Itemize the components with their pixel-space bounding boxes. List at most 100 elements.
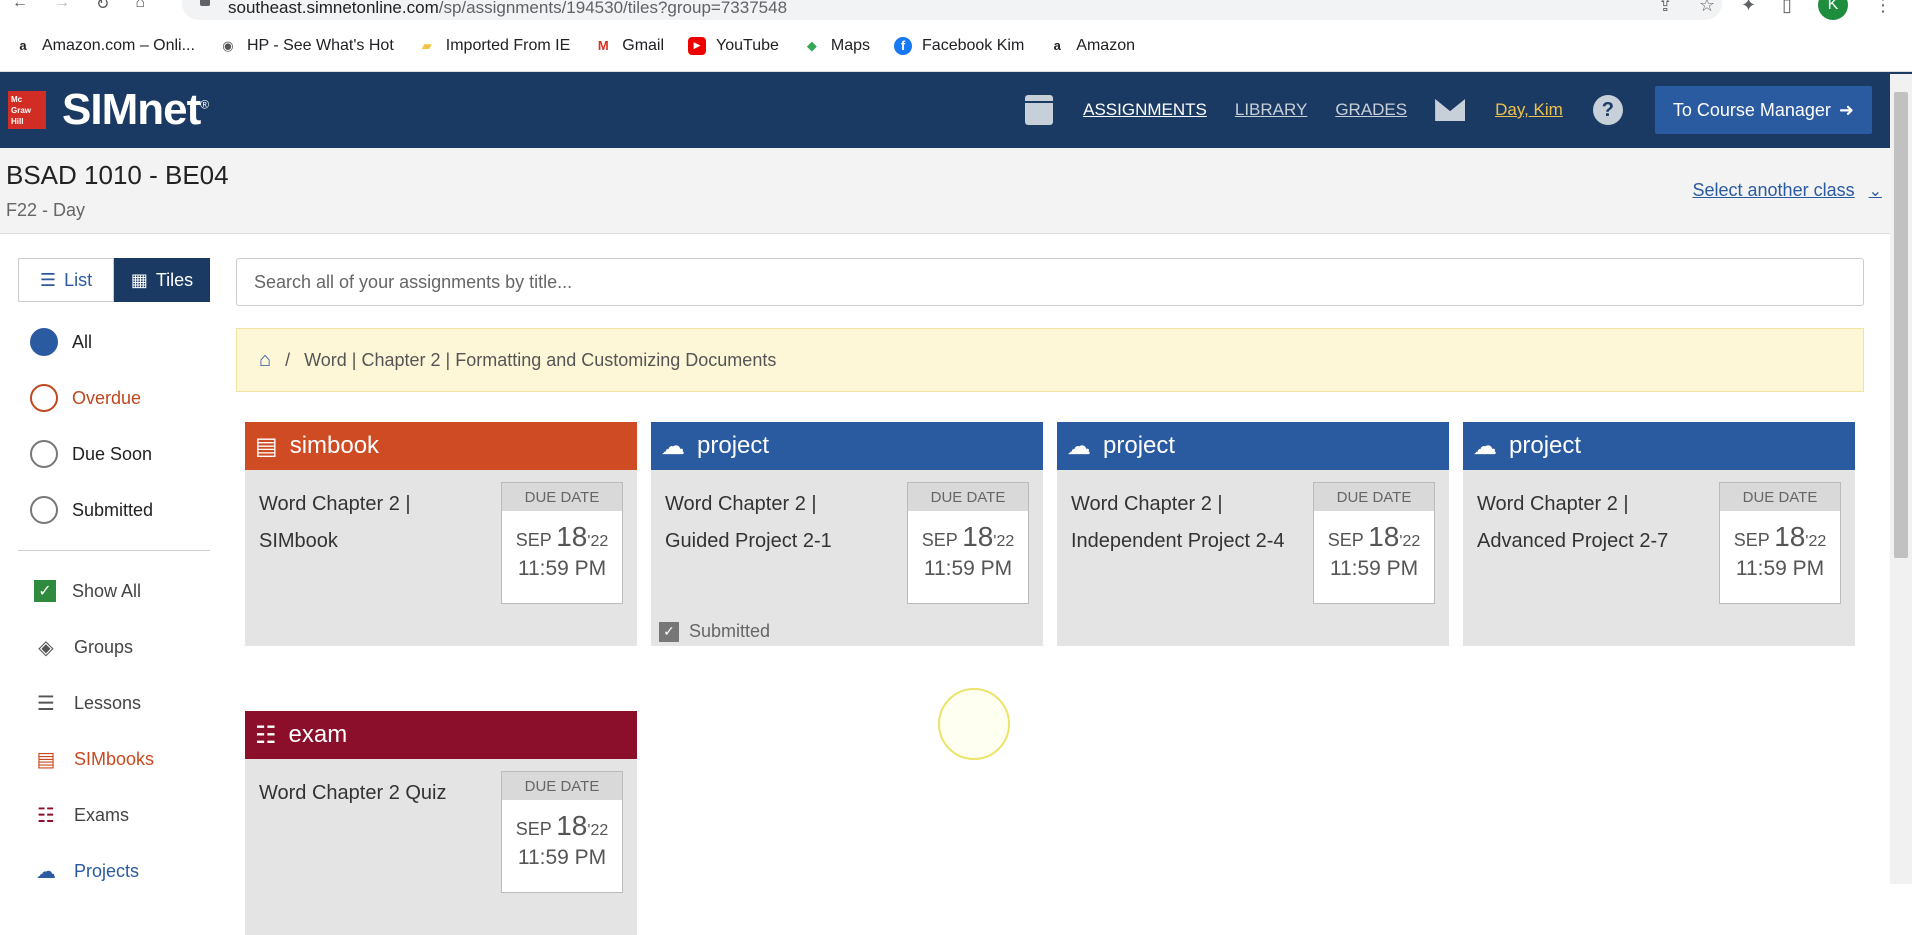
- star-icon[interactable]: ☆: [1699, 0, 1715, 16]
- help-icon[interactable]: ?: [1592, 95, 1623, 125]
- due-date: SEP 18'22: [1720, 521, 1840, 553]
- list-view-button[interactable]: ☰ List: [18, 258, 114, 302]
- tile-title[interactable]: Word Chapter 2 | SIMbook: [259, 486, 479, 560]
- browser-toolbar: ← → ↻ ⌂ southeast.simnetonline.com/sp/as…: [0, 0, 1912, 20]
- calendar-icon[interactable]: [1025, 95, 1054, 125]
- bookmark-facebook[interactable]: f Facebook Kim: [894, 36, 1024, 55]
- assignment-tile[interactable]: ☷ exam Word Chapter 2 Quiz DUE DATE SEP 1…: [245, 711, 637, 935]
- amazon-icon: a: [1053, 38, 1061, 53]
- tile-title[interactable]: Word Chapter 2 | Advanced Project 2-7: [1477, 486, 1697, 560]
- filter-submitted[interactable]: Submitted: [18, 482, 210, 538]
- sidebar-item-exams[interactable]: ☷ Exams: [18, 787, 210, 843]
- forward-icon[interactable]: →: [54, 0, 70, 14]
- filter-label: Overdue: [72, 387, 142, 408]
- tile-type: project: [1103, 432, 1176, 459]
- sidebar-item-lessons[interactable]: ☰ Lessons: [18, 675, 210, 731]
- maps-icon: ◆: [806, 37, 817, 53]
- due-date: SEP 18'22: [908, 521, 1028, 553]
- due-month: SEP: [1733, 530, 1770, 550]
- bookmarks-bar: a Amazon.com – Onli... ◉ HP - See What's H…: [0, 20, 1912, 72]
- due-year: '22: [587, 822, 609, 839]
- nav-assignments[interactable]: ASSIGNMENTS: [1083, 100, 1207, 120]
- due-date: SEP 18'22: [1314, 521, 1434, 553]
- folder-icon: ▰: [421, 37, 432, 53]
- sidebar-item-label: SIMbooks: [74, 748, 155, 769]
- user-link[interactable]: Day, Kim: [1495, 100, 1563, 120]
- nav-grades[interactable]: GRADES: [1335, 100, 1407, 120]
- course-manager-label: To Course Manager: [1672, 99, 1831, 120]
- cloud-icon: ☁: [1473, 432, 1497, 460]
- app-header: Mc Graw Hill SIMnet® ASSIGNMENTS LIBRARY…: [0, 72, 1912, 148]
- due-month: SEP: [1327, 530, 1364, 550]
- course-manager-button[interactable]: To Course Manager ➜: [1654, 86, 1872, 134]
- bookmark-label: YouTube: [716, 36, 779, 54]
- address-bar[interactable]: southeast.simnetonline.com/sp/assignment…: [182, 0, 1722, 20]
- bookmark-amazon-2[interactable]: a Amazon: [1048, 37, 1135, 55]
- menu-icon[interactable]: ⋮: [1874, 0, 1892, 16]
- facebook-icon: f: [894, 36, 913, 55]
- profile-avatar[interactable]: K: [1818, 0, 1848, 20]
- tile-title[interactable]: Word Chapter 2 | Guided Project 2-1: [665, 486, 885, 560]
- assignment-tile[interactable]: ☁ project Word Chapter 2 | Independent Pr…: [1057, 422, 1449, 646]
- select-another-class[interactable]: Select another class ⌄: [1693, 180, 1883, 201]
- sidebar-item-projects[interactable]: ☁ Projects: [18, 843, 210, 899]
- cloud-icon: ☁: [1067, 432, 1091, 460]
- book-icon: ▤: [255, 432, 278, 460]
- scroll-thumb[interactable]: [1894, 92, 1908, 558]
- breadcrumb: ⌂ / Word | Chapter 2 | Formatting and Cu…: [236, 328, 1864, 392]
- browser-actions: ⇪ ☆ ✦ ▯ K ⋮: [1658, 0, 1892, 20]
- back-icon[interactable]: ←: [12, 0, 28, 14]
- tile-title[interactable]: Word Chapter 2 | Independent Project 2-4: [1071, 486, 1291, 560]
- filter-all[interactable]: All: [18, 314, 210, 370]
- due-time: 11:59 PM: [517, 557, 607, 580]
- divider: [18, 550, 210, 551]
- radio-icon: [30, 440, 58, 468]
- home-icon[interactable]: ⌂: [135, 0, 145, 14]
- show-all-checkbox[interactable]: ✓ Show All: [18, 563, 210, 619]
- assignment-tile[interactable]: ☁ project Word Chapter 2 | Advanced Proje…: [1463, 422, 1855, 646]
- breadcrumb-separator: /: [285, 349, 291, 370]
- search-input[interactable]: Search all of your assignments by title.…: [236, 258, 1864, 306]
- nav-library[interactable]: LIBRARY: [1235, 100, 1307, 120]
- exit-icon: ➜: [1838, 99, 1854, 120]
- sidebar-item-groups[interactable]: ◈ Groups: [18, 619, 210, 675]
- due-year: '22: [1805, 533, 1827, 550]
- due-day: 18: [962, 521, 994, 552]
- bookmark-imported[interactable]: ▰ Imported From IE: [418, 37, 570, 55]
- checklist-icon: ☷: [37, 804, 55, 827]
- reload-icon[interactable]: ↻: [96, 0, 109, 14]
- breadcrumb-current: Word | Chapter 2 | Formatting and Custom…: [304, 349, 777, 370]
- bookmark-amazon[interactable]: a Amazon.com – Onli...: [14, 37, 195, 55]
- bookmark-gmail[interactable]: M Gmail: [594, 37, 664, 55]
- chevron-down-icon: ⌄: [1868, 182, 1882, 200]
- tile-title[interactable]: Word Chapter 2 Quiz: [259, 775, 479, 812]
- mail-icon[interactable]: [1435, 99, 1466, 121]
- url-path: /sp/assignments/194530/tiles?group=73375…: [438, 0, 788, 17]
- simnet-logo[interactable]: SIMnet®: [62, 85, 209, 135]
- filter-due-soon[interactable]: Due Soon: [18, 426, 210, 482]
- scrollbar[interactable]: [1890, 74, 1912, 884]
- share-icon[interactable]: ⇪: [1658, 0, 1673, 16]
- header-nav: ASSIGNMENTS LIBRARY GRADES Day, Kim ? To…: [1025, 86, 1872, 134]
- bookmark-hp[interactable]: ◉ HP - See What's Hot: [219, 37, 393, 55]
- browser-nav: ← → ↻ ⌂: [12, 0, 145, 14]
- checkbox-checked-icon: ✓: [659, 621, 679, 642]
- bookmark-maps[interactable]: ◆ Maps: [803, 37, 870, 55]
- cursor-highlight: [938, 688, 1010, 760]
- logo-text: SIMnet: [62, 85, 201, 134]
- extensions-icon[interactable]: ✦: [1741, 0, 1756, 16]
- due-day: 18: [556, 810, 588, 841]
- assignment-tile[interactable]: ☁ project Word Chapter 2 | Guided Project…: [651, 422, 1043, 646]
- bookmark-youtube[interactable]: ▶ YouTube: [688, 36, 779, 55]
- sidebar-item-simbooks[interactable]: ▤ SIMbooks: [18, 731, 210, 787]
- due-date-box: DUE DATE SEP 18'22 11:59 PM: [501, 482, 623, 604]
- sidepanel-icon[interactable]: ▯: [1782, 0, 1792, 16]
- filter-label: Submitted: [72, 499, 154, 520]
- select-class-label: Select another class: [1692, 180, 1855, 200]
- home-icon[interactable]: ⌂: [259, 349, 271, 372]
- radio-icon: [30, 496, 58, 524]
- assignment-tile[interactable]: ▤ simbook Word Chapter 2 | SIMbook DUE DA…: [245, 422, 637, 646]
- tiles-view-button[interactable]: ▦ Tiles: [114, 258, 210, 302]
- filter-overdue[interactable]: Overdue: [18, 370, 210, 426]
- tile-header: ☁ project: [1463, 422, 1855, 470]
